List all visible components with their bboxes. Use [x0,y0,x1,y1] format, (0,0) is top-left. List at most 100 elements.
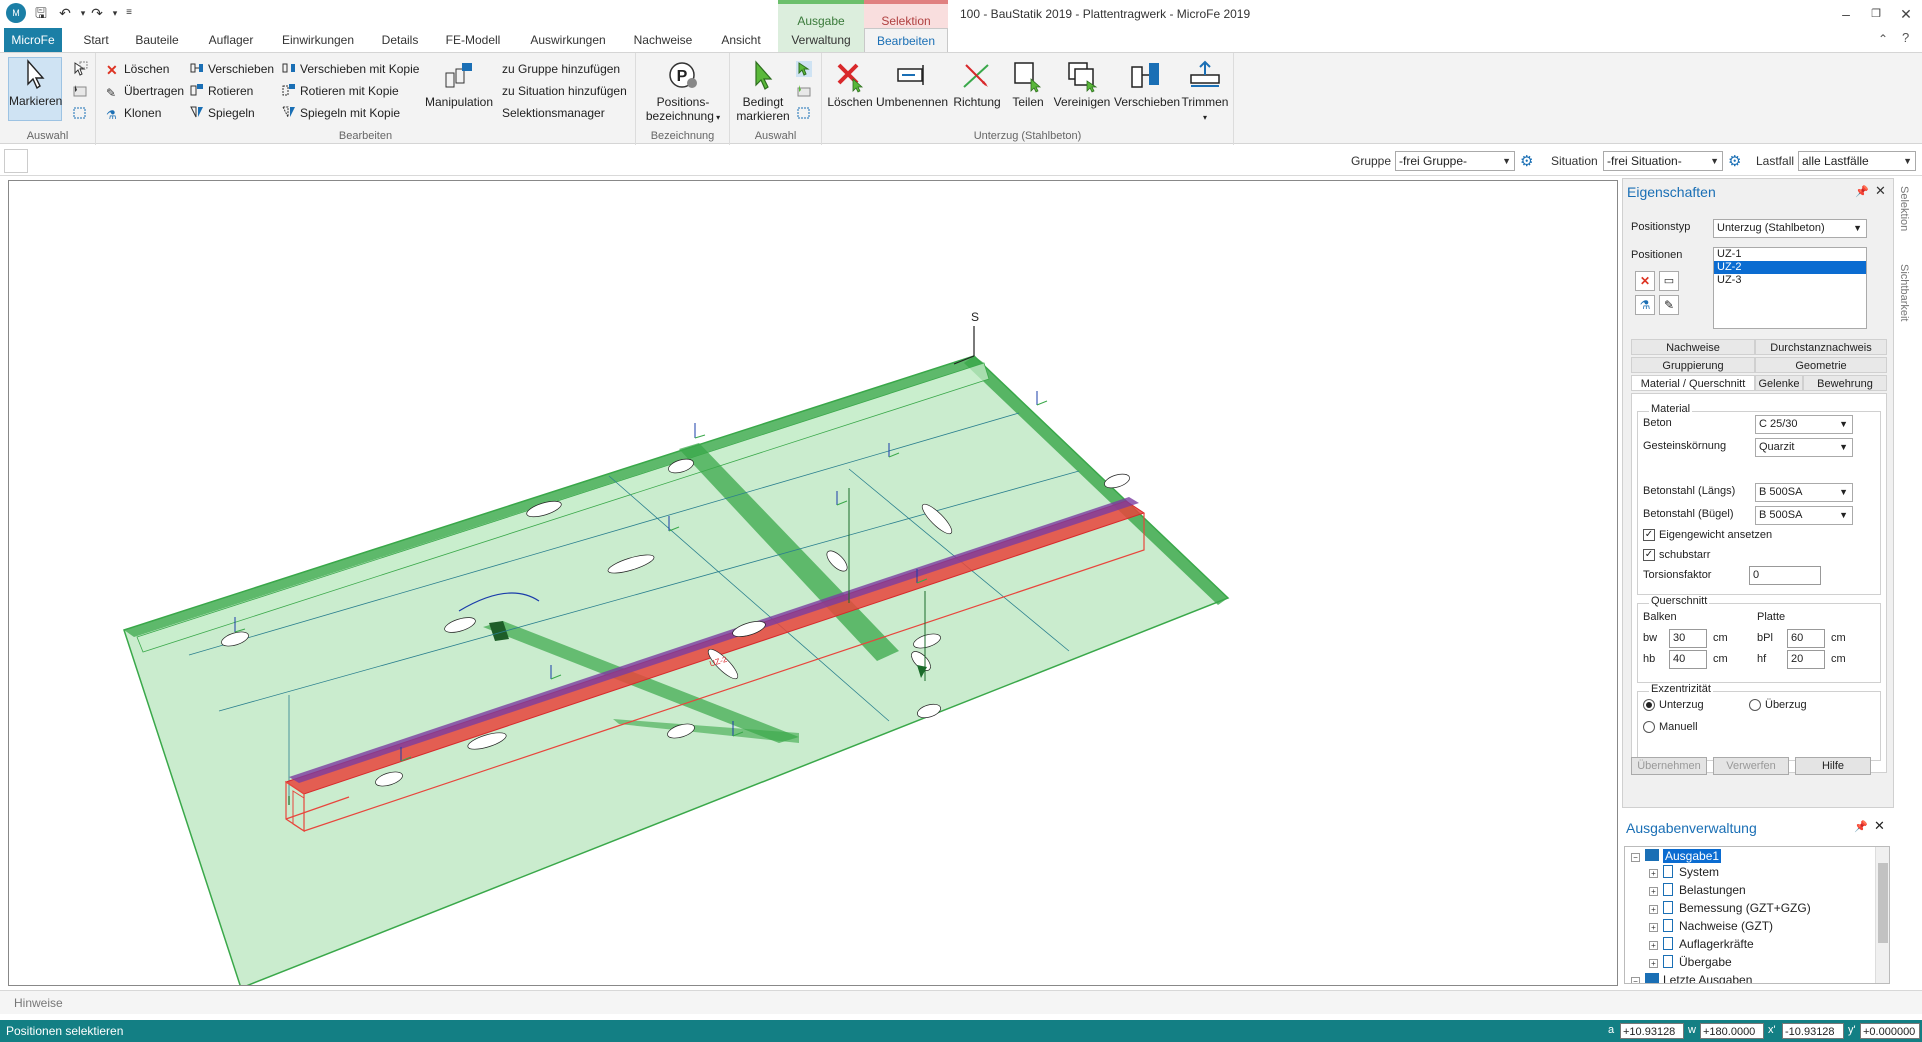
tab-bearbeiten[interactable]: Bearbeiten [864,28,948,52]
gruppe-settings-icon[interactable]: ⚙ [1520,152,1533,170]
situation-settings-icon[interactable]: ⚙ [1728,152,1741,170]
side-tab-selektion[interactable]: Selektion [1898,186,1910,231]
expand-icon[interactable]: + [1649,869,1658,878]
gestein-select[interactable]: Quarzit ▼ [1755,438,1853,457]
panel-close-icon[interactable]: ✕ [1875,183,1886,199]
positionsbezeichnung-button[interactable]: P Positions- bezeichnung ▾ [640,59,726,125]
tab-nachweise[interactable]: Nachweise [632,28,694,52]
zu-gruppe-button[interactable]: zu Gruppe hinzufügen [502,61,620,77]
lastfall-select[interactable]: alle Lastfälle ▼ [1798,151,1916,171]
green-polygon-icon[interactable] [796,105,812,121]
bw-input[interactable]: 30 [1669,629,1707,648]
verschieben-kopie-button[interactable]: Verschieben mit Kopie [282,61,419,77]
expand-icon[interactable]: + [1649,923,1658,932]
tab-fe-modell[interactable]: FE-Modell [444,28,502,52]
richtung-button[interactable]: Richtung [950,59,1004,109]
positionstyp-select[interactable]: Unterzug (Stahlbeton) ▼ [1713,219,1867,238]
side-tab-sichtbarkeit[interactable]: Sichtbarkeit [1898,264,1910,321]
tab-auswirkungen[interactable]: Auswirkungen [528,28,608,52]
tab-einwirkungen[interactable]: Einwirkungen [280,28,356,52]
tree-root-2[interactable]: Letzte Ausgaben [1663,973,1752,983]
teilen-button[interactable]: Teilen [1006,59,1050,109]
uz-loeschen-button[interactable]: Löschen [826,59,874,109]
transfer-position-icon[interactable]: ✎ [1659,295,1679,315]
spiegeln-button[interactable]: Spiegeln [190,105,255,121]
umbenennen-button[interactable]: Umbenennen [876,59,948,109]
expand-icon[interactable]: + [1649,887,1658,896]
markieren-button[interactable]: Markieren [8,57,62,121]
klonen-button[interactable]: ⚗ Klonen [106,105,161,122]
hb-input[interactable]: 40 [1669,650,1707,669]
unterzug-radio[interactable] [1643,699,1655,711]
tree-root[interactable]: Ausgabe1 [1663,849,1722,863]
tree-item[interactable]: System [1679,865,1719,879]
bpl-input[interactable]: 60 [1787,629,1825,648]
filter-input-box[interactable] [4,149,28,173]
tab-bewehrung[interactable]: Bewehrung [1803,375,1887,391]
select-window-icon[interactable] [72,83,88,99]
tab-geometrie[interactable]: Geometrie [1755,357,1887,373]
manipulation-button[interactable]: Manipulation [422,59,496,109]
green-select-icon[interactable] [796,61,812,77]
positionen-list[interactable]: UZ-1 UZ-2 UZ-3 [1713,247,1867,329]
zu-situation-button[interactable]: zu Situation hinzufügen [502,83,627,99]
output-tree[interactable]: − Ausgabe1 + System + Belastungen + Beme… [1624,846,1890,984]
schubstarr-checkbox[interactable]: ✓ [1643,549,1655,561]
tree-item[interactable]: Belastungen [1679,883,1746,897]
tree-item[interactable]: Nachweise (GZT) [1679,919,1773,933]
save-icon[interactable]: 🖫 [32,4,50,22]
tab-details[interactable]: Details [380,28,420,52]
select-single-icon[interactable] [72,61,88,77]
tab-microfe[interactable]: MicroFe [4,28,62,52]
spiegeln-kopie-button[interactable]: Spiegeln mit Kopie [282,105,400,121]
tab-nachweise-props[interactable]: Nachweise [1631,339,1755,355]
manuell-radio[interactable] [1643,721,1655,733]
select-polygon-icon[interactable] [72,105,88,121]
tab-bauteile[interactable]: Bauteile [132,28,182,52]
expand-icon[interactable]: + [1649,905,1658,914]
tree-scrollbar[interactable] [1875,847,1889,983]
list-item[interactable]: UZ-3 [1714,274,1866,287]
trimmen-button[interactable]: Trimmen ▾ [1180,59,1230,125]
collapse-icon[interactable]: − [1631,977,1640,983]
verschieben-button[interactable]: Verschieben [190,61,274,77]
tab-gelenke[interactable]: Gelenke [1755,375,1803,391]
stahl-laengs-select[interactable]: B 500SA ▼ [1755,483,1853,502]
rename-position-icon[interactable]: ▭ [1659,271,1679,291]
pin-icon[interactable]: 📌 [1855,185,1869,198]
beton-select[interactable]: C 25/30 ▼ [1755,415,1853,434]
clone-position-icon[interactable]: ⚗ [1635,295,1655,315]
hinweise-label[interactable]: Hinweise [14,996,63,1010]
list-item[interactable]: UZ-1 [1714,248,1866,261]
rotieren-button[interactable]: Rotieren [190,83,253,99]
tree-item[interactable]: Bemessung (GZT+GZG) [1679,901,1811,915]
uz-verschieben-button[interactable]: Verschieben [1114,59,1180,109]
tab-ansicht[interactable]: Ansicht [718,28,764,52]
tab-material-querschnitt[interactable]: Material / Querschnitt [1631,375,1755,391]
customize-toolbar-icon[interactable]: ≡ [120,4,138,22]
uebernehmen-button[interactable]: Übernehmen [1631,757,1707,775]
collapse-ribbon-icon[interactable]: ⌃ [1878,32,1888,46]
expand-icon[interactable]: + [1649,959,1658,968]
green-window-icon[interactable] [796,83,812,99]
stahl-buegel-select[interactable]: B 500SA ▼ [1755,506,1853,525]
vereinigen-button[interactable]: Vereinigen [1052,59,1112,109]
help-icon[interactable]: ? [1902,30,1909,45]
verwerfen-button[interactable]: Verwerfen [1713,757,1789,775]
loeschen-button[interactable]: ✕ Löschen [106,61,169,77]
rotieren-kopie-button[interactable]: Rotieren mit Kopie [282,83,399,99]
undo-icon[interactable]: ↶ [56,4,74,22]
model-viewport[interactable]: S UZ-2 [8,180,1618,986]
panel-close-icon[interactable]: ✕ [1874,818,1885,834]
tab-start[interactable]: Start [78,28,114,52]
tab-verwaltung[interactable]: Verwaltung [778,28,864,52]
expand-icon[interactable]: + [1649,941,1658,950]
eigengewicht-checkbox[interactable]: ✓ [1643,529,1655,541]
situation-select[interactable]: -frei Situation- ▼ [1603,151,1723,171]
redo-icon[interactable]: ↷ [88,4,106,22]
uebertragen-button[interactable]: ✎ Übertragen [106,83,184,100]
tree-item[interactable]: Übergabe [1679,955,1732,969]
tab-durchstanznachweis[interactable]: Durchstanznachweis [1755,339,1887,355]
bedingt-markieren-button[interactable]: Bedingt markieren [734,59,792,123]
selektionsmanager-button[interactable]: Selektionsmanager [502,105,605,121]
